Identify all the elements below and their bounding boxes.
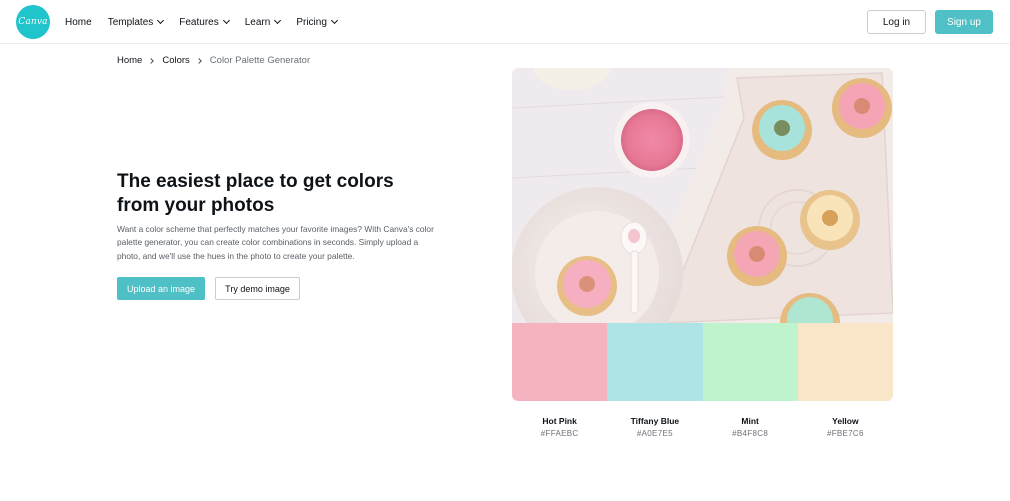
color-hex[interactable]: #FBE7C6 bbox=[798, 427, 893, 441]
chevron-down-icon bbox=[157, 16, 165, 25]
swatch-yellow[interactable] bbox=[797, 323, 893, 401]
chevron-right-icon bbox=[195, 57, 202, 64]
try-demo-image-button[interactable]: Try demo image bbox=[215, 277, 300, 300]
main-nav: Home Templates Features Learn Pricing bbox=[65, 0, 353, 44]
breadcrumb-colors[interactable]: Colors bbox=[162, 55, 189, 66]
palette-label-hot-pink: Hot Pink #FFAEBC bbox=[512, 415, 607, 441]
top-nav-bar: Canva Home Templates Features Learn Pric… bbox=[0, 0, 1010, 44]
log-in-button[interactable]: Log in bbox=[867, 10, 926, 34]
nav-home[interactable]: Home bbox=[65, 17, 92, 28]
page-description: Want a color scheme that perfectly match… bbox=[117, 224, 434, 261]
color-hex[interactable]: #B4F8C8 bbox=[703, 427, 798, 441]
swatch-hot-pink[interactable] bbox=[512, 323, 608, 401]
swatch-tiffany-blue[interactable] bbox=[607, 323, 703, 401]
nav-features[interactable]: Features bbox=[179, 16, 230, 28]
nav-pricing-label: Pricing bbox=[296, 16, 327, 28]
demo-photo bbox=[512, 68, 893, 323]
palette-label-tiffany-blue: Tiffany Blue #A0E7E5 bbox=[607, 415, 702, 441]
palette-label-yellow: Yellow #FBE7C6 bbox=[798, 415, 893, 441]
upload-image-button[interactable]: Upload an image bbox=[117, 277, 205, 300]
nav-templates[interactable]: Templates bbox=[107, 16, 165, 28]
chevron-right-icon bbox=[148, 57, 155, 64]
color-name: Yellow bbox=[832, 416, 859, 426]
breadcrumb-current: Color Palette Generator bbox=[209, 55, 311, 66]
nav-learn-label: Learn bbox=[244, 16, 271, 28]
chevron-down-icon bbox=[222, 16, 230, 25]
color-swatches bbox=[512, 323, 893, 401]
color-hex[interactable]: #A0E7E5 bbox=[607, 427, 702, 441]
canva-logo[interactable]: Canva bbox=[16, 5, 50, 39]
nav-templates-label: Templates bbox=[107, 16, 154, 28]
breadcrumb: Home Colors Color Palette Generator bbox=[117, 55, 310, 66]
palette-label-mint: Mint #B4F8C8 bbox=[703, 415, 798, 441]
nav-features-label: Features bbox=[179, 16, 219, 28]
canva-logo-text: Canva bbox=[18, 17, 48, 27]
nav-learn[interactable]: Learn bbox=[244, 16, 282, 28]
palette-preview bbox=[512, 68, 893, 401]
palette-labels: Hot Pink #FFAEBC Tiffany Blue #A0E7E5 Mi… bbox=[512, 415, 893, 441]
color-name: Tiffany Blue bbox=[630, 416, 680, 426]
chevron-down-icon bbox=[274, 16, 282, 25]
swatch-mint[interactable] bbox=[702, 323, 798, 401]
nav-pricing[interactable]: Pricing bbox=[296, 16, 338, 28]
color-name: Mint bbox=[741, 416, 759, 426]
nav-home-label: Home bbox=[65, 16, 92, 28]
breadcrumb-home[interactable]: Home bbox=[117, 55, 142, 66]
color-hex[interactable]: #FFAEBC bbox=[512, 427, 607, 441]
color-name: Hot Pink bbox=[542, 416, 577, 426]
chevron-down-icon bbox=[330, 16, 338, 25]
sign-up-button[interactable]: Sign up bbox=[935, 10, 993, 34]
page-title: The easiest place to get colors from you… bbox=[117, 171, 394, 216]
